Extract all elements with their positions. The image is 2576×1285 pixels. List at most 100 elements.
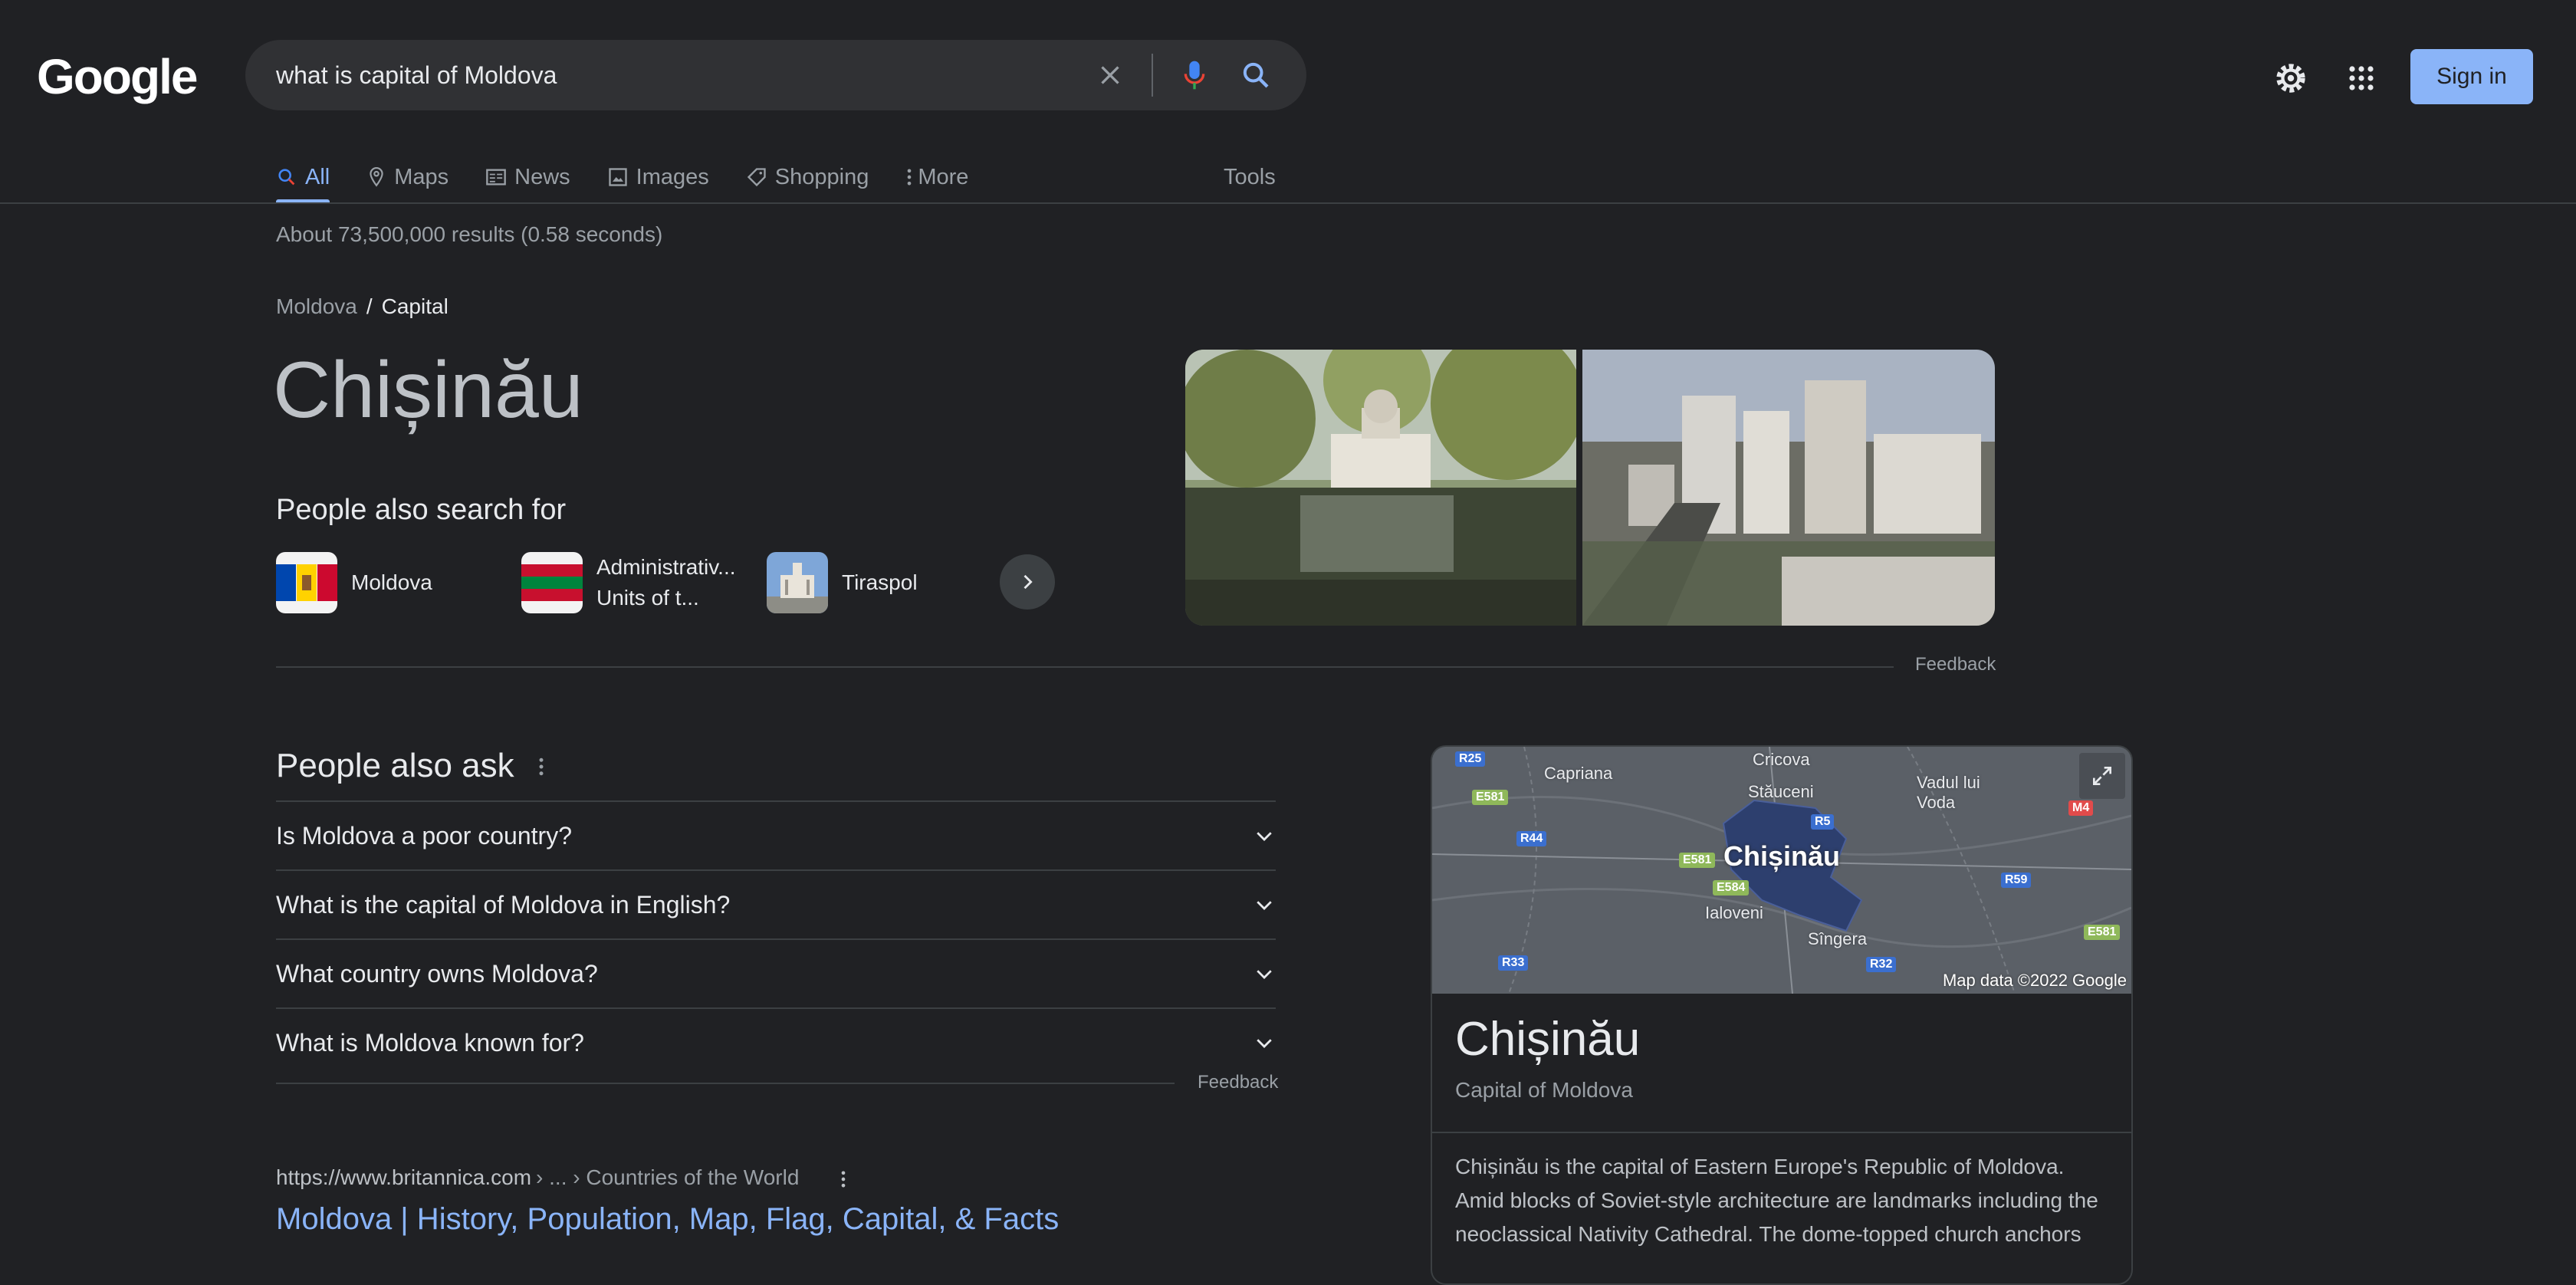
road-badge: R25 bbox=[1455, 751, 1486, 767]
pasf-item-tiraspol[interactable]: Tiraspol bbox=[767, 552, 1012, 613]
road-badge: E584 bbox=[1713, 880, 1750, 896]
map-place-label: Stăuceni bbox=[1748, 782, 1814, 801]
tab-label: Shopping bbox=[774, 164, 869, 189]
tab-label: More bbox=[918, 164, 969, 189]
clear-icon[interactable] bbox=[1090, 55, 1130, 95]
chevron-down-icon bbox=[1257, 1039, 1272, 1048]
cathedral-photo[interactable] bbox=[1185, 350, 1576, 626]
pasf-item-moldova[interactable]: Moldova bbox=[276, 552, 521, 613]
paa-question[interactable]: What country owns Moldova? bbox=[276, 938, 1276, 1007]
pasf-label: Administrativ... Units of t... bbox=[596, 555, 736, 610]
people-also-search-title: People also search for bbox=[276, 494, 567, 526]
knowledge-panel-title: Chișinău bbox=[1455, 1013, 1641, 1066]
result-url-path: › ... › Countries of the World bbox=[536, 1165, 800, 1189]
settings-gear-icon[interactable] bbox=[2269, 57, 2312, 100]
map-place-label: Capriana bbox=[1544, 764, 1613, 783]
search-divider bbox=[1152, 54, 1153, 97]
result-stats: About 73,500,000 results (0.58 seconds) bbox=[276, 222, 663, 246]
pasf-item-administrative-units[interactable]: Administrativ... Units of t... bbox=[521, 552, 767, 613]
feedback-link[interactable]: Feedback bbox=[1915, 654, 1996, 675]
tab-news[interactable]: News bbox=[485, 150, 570, 204]
tab-maps[interactable]: Maps bbox=[366, 150, 449, 204]
more-vert-icon bbox=[908, 169, 912, 186]
image-icon bbox=[609, 168, 627, 186]
people-also-ask-title: People also ask bbox=[276, 747, 514, 784]
road-badge: M4 bbox=[2068, 800, 2094, 816]
tag-icon bbox=[747, 168, 766, 187]
map-city-label: Chișinău bbox=[1723, 840, 1841, 872]
map-place-label: Vadul lui Voda bbox=[1917, 773, 1980, 812]
knowledge-panel-divider bbox=[1432, 1132, 2131, 1133]
search-input[interactable]: what is capital of Moldova bbox=[276, 61, 1090, 90]
people-also-ask-list: Is Moldova a poor country? What is the c… bbox=[276, 800, 1276, 1076]
search-icon[interactable] bbox=[1236, 55, 1276, 95]
city-photo[interactable] bbox=[1582, 350, 1995, 626]
map-copyright: Map data ©2022 Google bbox=[1942, 971, 2127, 990]
result-url[interactable]: https://www.britannica.com › ... › Count… bbox=[276, 1165, 799, 1190]
breadcrumb-current: Capital bbox=[381, 294, 449, 318]
road-badge: R59 bbox=[2001, 873, 2032, 888]
tab-label: News bbox=[514, 164, 570, 189]
answer-title: Chișinău bbox=[273, 346, 583, 435]
map-place-label: Cricova bbox=[1753, 750, 1810, 769]
paa-question[interactable]: What is Moldova known for? bbox=[276, 1007, 1276, 1076]
people-also-search-list: Moldova Administrativ... Units of t... T… bbox=[276, 552, 1012, 613]
tab-shopping[interactable]: Shopping bbox=[746, 150, 869, 204]
chevron-down-icon bbox=[1257, 832, 1272, 841]
chevron-right-icon[interactable] bbox=[1000, 554, 1055, 610]
breadcrumb-parent[interactable]: Moldova bbox=[276, 294, 357, 318]
road-badge: E581 bbox=[1679, 853, 1716, 868]
pasf-label: Tiraspol bbox=[842, 570, 918, 594]
transnistria-flag-icon bbox=[521, 552, 583, 613]
paa-question[interactable]: What is the capital of Moldova in Englis… bbox=[276, 869, 1276, 938]
tab-more[interactable]: More bbox=[905, 150, 968, 204]
apps-grid-icon[interactable] bbox=[2340, 57, 2383, 100]
map-preview[interactable]: Cricova Capriana Vadul lui Voda Stăuceni… bbox=[1432, 747, 2131, 994]
result-url-host: https://www.britannica.com bbox=[276, 1165, 532, 1189]
paa-feedback-link[interactable]: Feedback bbox=[1198, 1072, 1278, 1093]
more-vert-icon[interactable] bbox=[534, 751, 549, 782]
tiraspol-photo bbox=[767, 552, 828, 613]
map-place-label: Ialoveni bbox=[1705, 903, 1763, 922]
paa-divider bbox=[276, 1083, 1175, 1084]
moldova-flag-icon bbox=[276, 552, 337, 613]
road-badge: R33 bbox=[1498, 955, 1529, 971]
feedback-divider bbox=[276, 666, 1894, 668]
tabs-divider bbox=[0, 202, 2576, 204]
knowledge-panel-subtitle: Capital of Moldova bbox=[1455, 1078, 1633, 1102]
more-vert-icon[interactable] bbox=[836, 1167, 851, 1191]
expand-icon[interactable] bbox=[2079, 753, 2125, 799]
tab-images[interactable]: Images bbox=[607, 150, 709, 204]
search-tabs: All Maps News Images Shopping More bbox=[276, 150, 1005, 204]
result-title-link[interactable]: Moldova | History, Population, Map, Flag… bbox=[276, 1202, 1059, 1237]
tab-label: Maps bbox=[394, 164, 449, 189]
search-icon bbox=[278, 169, 295, 186]
chevron-down-icon bbox=[1257, 970, 1272, 979]
sign-in-button[interactable]: Sign in bbox=[2410, 49, 2533, 104]
map-pin-icon bbox=[370, 166, 383, 187]
tab-all[interactable]: All bbox=[276, 150, 330, 204]
breadcrumb-separator: / bbox=[366, 294, 373, 318]
tools-button[interactable]: Tools bbox=[1224, 150, 1276, 204]
google-logo[interactable]: Google bbox=[37, 48, 198, 106]
road-badge: E581 bbox=[2084, 925, 2121, 940]
road-badge: E581 bbox=[1472, 790, 1509, 805]
road-badge: R5 bbox=[1811, 814, 1835, 830]
microphone-icon[interactable] bbox=[1175, 55, 1214, 95]
tab-label: All bbox=[305, 164, 330, 189]
paa-question-text: What is the capital of Moldova in Englis… bbox=[276, 890, 731, 919]
map-place-label: Sîngera bbox=[1808, 929, 1868, 948]
knowledge-panel: Cricova Capriana Vadul lui Voda Stăuceni… bbox=[1431, 745, 2133, 1285]
knowledge-panel-description: Chișinău is the capital of Eastern Europ… bbox=[1455, 1155, 2098, 1246]
news-icon bbox=[486, 169, 506, 186]
road-badge: R44 bbox=[1516, 831, 1547, 846]
tab-label: Images bbox=[636, 164, 709, 189]
breadcrumb: Moldova / Capital bbox=[276, 294, 449, 319]
paa-question[interactable]: Is Moldova a poor country? bbox=[276, 800, 1276, 869]
paa-question-text: Is Moldova a poor country? bbox=[276, 821, 572, 850]
road-badge: R32 bbox=[1866, 957, 1897, 972]
search-box[interactable]: what is capital of Moldova bbox=[245, 40, 1306, 110]
chevron-down-icon bbox=[1257, 901, 1272, 910]
paa-question-text: What country owns Moldova? bbox=[276, 959, 598, 988]
paa-question-text: What is Moldova known for? bbox=[276, 1028, 584, 1057]
